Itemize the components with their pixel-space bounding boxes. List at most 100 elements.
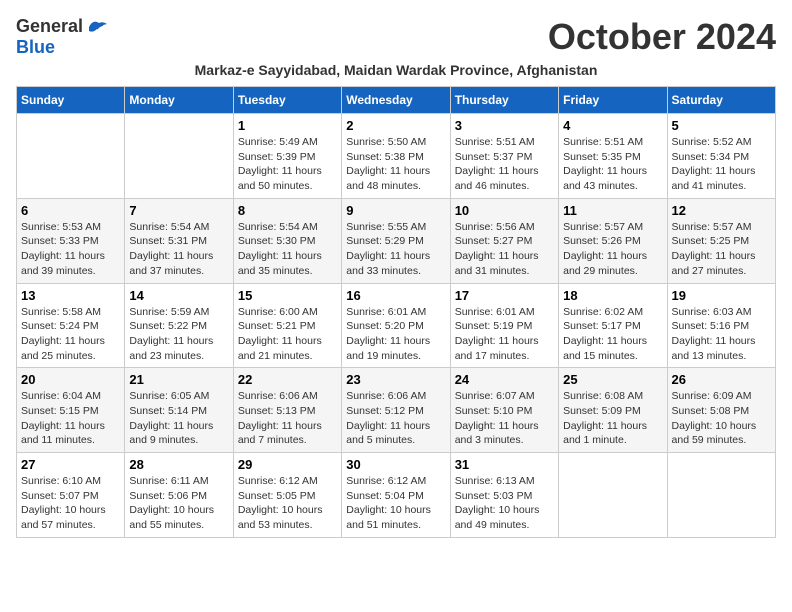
calendar-cell: 6 Sunrise: 5:53 AM Sunset: 5:33 PM Dayli…	[17, 198, 125, 283]
day-number: 9	[346, 203, 445, 218]
day-daylight: Daylight: 11 hours and 37 minutes.	[129, 250, 213, 277]
day-sunrise: Sunrise: 5:50 AM	[346, 136, 426, 148]
calendar-cell: 2 Sunrise: 5:50 AM Sunset: 5:38 PM Dayli…	[342, 114, 450, 199]
day-number: 29	[238, 457, 337, 472]
day-number: 5	[672, 118, 771, 133]
day-sunrise: Sunrise: 6:12 AM	[346, 475, 426, 487]
day-daylight: Daylight: 11 hours and 41 minutes.	[672, 165, 756, 192]
header-friday: Friday	[559, 87, 667, 114]
day-number: 1	[238, 118, 337, 133]
header-saturday: Saturday	[667, 87, 775, 114]
day-sunset: Sunset: 5:38 PM	[346, 151, 424, 163]
header-wednesday: Wednesday	[342, 87, 450, 114]
week-row-1: 1 Sunrise: 5:49 AM Sunset: 5:39 PM Dayli…	[17, 114, 776, 199]
day-sunrise: Sunrise: 6:06 AM	[346, 390, 426, 402]
day-sunrise: Sunrise: 5:57 AM	[563, 221, 643, 233]
day-sunset: Sunset: 5:05 PM	[238, 490, 316, 502]
day-sunrise: Sunrise: 6:13 AM	[455, 475, 535, 487]
logo-bird-icon	[85, 19, 107, 35]
day-sunset: Sunset: 5:13 PM	[238, 405, 316, 417]
calendar-cell: 11 Sunrise: 5:57 AM Sunset: 5:26 PM Dayl…	[559, 198, 667, 283]
day-sunrise: Sunrise: 5:52 AM	[672, 136, 752, 148]
day-daylight: Daylight: 11 hours and 5 minutes.	[346, 420, 430, 447]
header-monday: Monday	[125, 87, 233, 114]
day-sunset: Sunset: 5:24 PM	[21, 320, 99, 332]
day-sunset: Sunset: 5:29 PM	[346, 235, 424, 247]
day-number: 22	[238, 372, 337, 387]
day-daylight: Daylight: 11 hours and 3 minutes.	[455, 420, 539, 447]
calendar-cell: 28 Sunrise: 6:11 AM Sunset: 5:06 PM Dayl…	[125, 453, 233, 538]
day-sunset: Sunset: 5:30 PM	[238, 235, 316, 247]
day-sunset: Sunset: 5:21 PM	[238, 320, 316, 332]
day-daylight: Daylight: 11 hours and 11 minutes.	[21, 420, 105, 447]
calendar-cell: 18 Sunrise: 6:02 AM Sunset: 5:17 PM Dayl…	[559, 283, 667, 368]
logo-blue: Blue	[16, 37, 55, 57]
day-sunrise: Sunrise: 6:03 AM	[672, 306, 752, 318]
day-sunset: Sunset: 5:25 PM	[672, 235, 750, 247]
day-number: 19	[672, 288, 771, 303]
day-daylight: Daylight: 11 hours and 43 minutes.	[563, 165, 647, 192]
day-daylight: Daylight: 11 hours and 35 minutes.	[238, 250, 322, 277]
calendar-cell: 23 Sunrise: 6:06 AM Sunset: 5:12 PM Dayl…	[342, 368, 450, 453]
day-sunset: Sunset: 5:10 PM	[455, 405, 533, 417]
calendar-cell: 8 Sunrise: 5:54 AM Sunset: 5:30 PM Dayli…	[233, 198, 341, 283]
calendar-cell: 5 Sunrise: 5:52 AM Sunset: 5:34 PM Dayli…	[667, 114, 775, 199]
day-sunset: Sunset: 5:14 PM	[129, 405, 207, 417]
header-sunday: Sunday	[17, 87, 125, 114]
day-sunset: Sunset: 5:31 PM	[129, 235, 207, 247]
day-sunrise: Sunrise: 5:58 AM	[21, 306, 101, 318]
day-sunrise: Sunrise: 5:57 AM	[672, 221, 752, 233]
day-daylight: Daylight: 11 hours and 1 minute.	[563, 420, 647, 447]
day-sunset: Sunset: 5:16 PM	[672, 320, 750, 332]
day-sunrise: Sunrise: 6:02 AM	[563, 306, 643, 318]
calendar-cell: 30 Sunrise: 6:12 AM Sunset: 5:04 PM Dayl…	[342, 453, 450, 538]
day-sunset: Sunset: 5:12 PM	[346, 405, 424, 417]
day-sunrise: Sunrise: 5:55 AM	[346, 221, 426, 233]
day-daylight: Daylight: 11 hours and 21 minutes.	[238, 335, 322, 362]
logo: General Blue	[16, 16, 107, 58]
calendar-cell: 3 Sunrise: 5:51 AM Sunset: 5:37 PM Dayli…	[450, 114, 558, 199]
calendar-cell: 13 Sunrise: 5:58 AM Sunset: 5:24 PM Dayl…	[17, 283, 125, 368]
calendar-cell: 25 Sunrise: 6:08 AM Sunset: 5:09 PM Dayl…	[559, 368, 667, 453]
day-sunset: Sunset: 5:15 PM	[21, 405, 99, 417]
day-number: 10	[455, 203, 554, 218]
day-number: 3	[455, 118, 554, 133]
week-row-3: 13 Sunrise: 5:58 AM Sunset: 5:24 PM Dayl…	[17, 283, 776, 368]
calendar-cell	[667, 453, 775, 538]
day-sunset: Sunset: 5:35 PM	[563, 151, 641, 163]
calendar-cell	[17, 114, 125, 199]
calendar-cell: 22 Sunrise: 6:06 AM Sunset: 5:13 PM Dayl…	[233, 368, 341, 453]
day-number: 31	[455, 457, 554, 472]
calendar-cell: 24 Sunrise: 6:07 AM Sunset: 5:10 PM Dayl…	[450, 368, 558, 453]
day-sunrise: Sunrise: 6:04 AM	[21, 390, 101, 402]
calendar-cell: 27 Sunrise: 6:10 AM Sunset: 5:07 PM Dayl…	[17, 453, 125, 538]
calendar-cell: 9 Sunrise: 5:55 AM Sunset: 5:29 PM Dayli…	[342, 198, 450, 283]
day-sunset: Sunset: 5:03 PM	[455, 490, 533, 502]
month-title: October 2024	[548, 16, 776, 58]
day-daylight: Daylight: 11 hours and 9 minutes.	[129, 420, 213, 447]
calendar-cell: 7 Sunrise: 5:54 AM Sunset: 5:31 PM Dayli…	[125, 198, 233, 283]
day-number: 4	[563, 118, 662, 133]
day-sunset: Sunset: 5:08 PM	[672, 405, 750, 417]
calendar-cell	[559, 453, 667, 538]
day-number: 17	[455, 288, 554, 303]
day-daylight: Daylight: 10 hours and 51 minutes.	[346, 504, 431, 531]
calendar-cell: 20 Sunrise: 6:04 AM Sunset: 5:15 PM Dayl…	[17, 368, 125, 453]
day-sunrise: Sunrise: 5:49 AM	[238, 136, 318, 148]
day-number: 24	[455, 372, 554, 387]
day-sunrise: Sunrise: 6:10 AM	[21, 475, 101, 487]
day-daylight: Daylight: 10 hours and 53 minutes.	[238, 504, 323, 531]
day-sunrise: Sunrise: 5:59 AM	[129, 306, 209, 318]
calendar-table: SundayMondayTuesdayWednesdayThursdayFrid…	[16, 86, 776, 538]
day-sunset: Sunset: 5:20 PM	[346, 320, 424, 332]
day-number: 8	[238, 203, 337, 218]
day-sunset: Sunset: 5:19 PM	[455, 320, 533, 332]
day-sunset: Sunset: 5:09 PM	[563, 405, 641, 417]
day-number: 11	[563, 203, 662, 218]
day-daylight: Daylight: 11 hours and 19 minutes.	[346, 335, 430, 362]
calendar-cell: 12 Sunrise: 5:57 AM Sunset: 5:25 PM Dayl…	[667, 198, 775, 283]
day-number: 16	[346, 288, 445, 303]
day-daylight: Daylight: 10 hours and 55 minutes.	[129, 504, 214, 531]
day-sunrise: Sunrise: 6:08 AM	[563, 390, 643, 402]
day-number: 6	[21, 203, 120, 218]
